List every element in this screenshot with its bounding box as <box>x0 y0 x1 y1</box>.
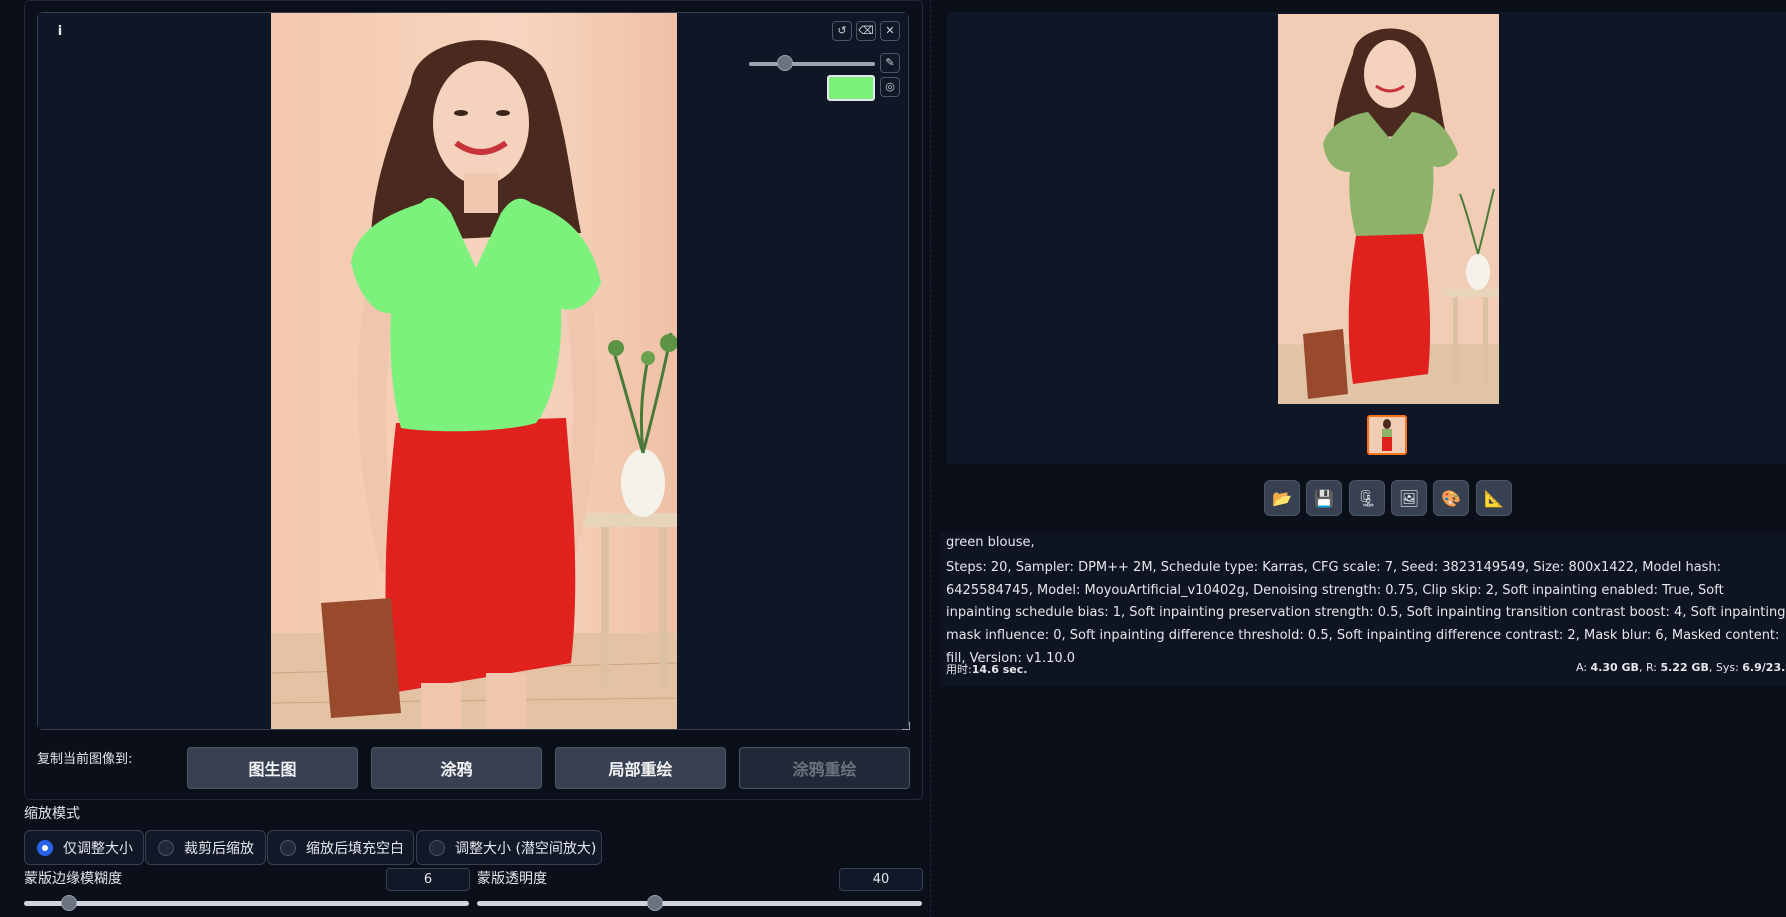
radio-icon[interactable] <box>429 839 445 856</box>
mask-blur-slider[interactable] <box>24 901 469 906</box>
mask-blur-input[interactable]: 6 <box>386 868 470 891</box>
open-folder-button[interactable]: 📂 <box>1264 480 1300 516</box>
send-to-inpaint-icon-button[interactable]: 🎨 <box>1433 480 1469 516</box>
mem-sys-label: Sys <box>1715 661 1736 674</box>
brush-size-slider[interactable] <box>749 62 875 66</box>
radio-label: 仅调整大小 <box>63 840 133 857</box>
mask-blur-thumb[interactable] <box>60 895 77 911</box>
mem-sys-value: 6.9/23.9883 GB <box>1742 661 1786 674</box>
mem-r-value: 5.22 GB <box>1660 661 1709 674</box>
output-prompt: green blouse, <box>946 535 1035 550</box>
brush-icon[interactable]: ✎ <box>880 53 900 73</box>
send-to-sketch-button[interactable]: 涂鸦 <box>371 747 542 789</box>
time-label: 用时: <box>946 663 972 676</box>
resize-mode-label: 缩放模式 <box>24 806 80 822</box>
palette-icon[interactable]: ◎ <box>880 77 900 97</box>
send-to-inpaint-sketch-button: 涂鸦重绘 <box>739 747 910 789</box>
palette-icon: 🎨 <box>1441 488 1461 508</box>
resize-mode-option-just-resize[interactable]: 仅调整大小 <box>24 830 144 865</box>
save-icon: 💾 <box>1314 488 1334 508</box>
canvas-resize-handle[interactable] <box>902 722 910 730</box>
send-to-extras-button[interactable]: 📐 <box>1476 480 1512 516</box>
mask-alpha-slider[interactable] <box>477 901 922 906</box>
gallery-thumbnail[interactable] <box>1367 415 1407 455</box>
panel-divider <box>930 0 931 917</box>
canvas-image[interactable] <box>271 13 677 729</box>
brush-color-swatch[interactable] <box>827 75 875 101</box>
close-icon[interactable]: ✕ <box>880 21 900 41</box>
save-button[interactable]: 💾 <box>1306 480 1342 516</box>
radio-icon[interactable] <box>158 839 174 856</box>
mask-alpha-thumb[interactable] <box>647 895 663 911</box>
memory-stats: A: 4.30 GB, R: 5.22 GB, Sys: 6.9/23.9883… <box>1576 661 1786 674</box>
output-gallery <box>947 12 1786 464</box>
mask-blur-label: 蒙版边缘模糊度 <box>24 871 122 887</box>
mem-a-value: 4.30 GB <box>1590 661 1639 674</box>
inpaint-canvas[interactable]: i ↺ ⌫ ✕ ✎ ◎ <box>37 12 909 730</box>
radio-selected-icon[interactable] <box>37 839 53 856</box>
radio-label: 调整大小 (潜空间放大) <box>455 840 597 857</box>
zip-icon: 🗜 <box>1356 488 1378 508</box>
undo-icon[interactable]: ↺ <box>832 21 852 41</box>
radio-label: 缩放后填充空白 <box>306 840 404 857</box>
brush-size-thumb[interactable] <box>777 55 793 71</box>
zip-button[interactable]: 🗜 <box>1349 480 1385 516</box>
output-parameters: Steps: 20, Sampler: DPM++ 2M, Schedule t… <box>946 560 1786 666</box>
image-icon: 🖼 <box>1398 488 1420 508</box>
output-image[interactable] <box>1278 14 1499 404</box>
send-to-img2img-button[interactable]: 图生图 <box>187 747 358 789</box>
copy-to-label: 复制当前图像到: <box>37 752 133 767</box>
radio-icon[interactable] <box>280 839 296 856</box>
resize-mode-option-latent-upscale[interactable]: 调整大小 (潜空间放大) <box>416 830 602 865</box>
time-value: 14.6 sec. <box>971 663 1028 676</box>
eraser-icon[interactable]: ⌫ <box>856 21 876 41</box>
ruler-icon: 📐 <box>1484 488 1504 508</box>
folder-icon: 📂 <box>1272 488 1292 508</box>
mem-r-label: R <box>1645 661 1654 674</box>
mask-alpha-input[interactable]: 40 <box>839 868 923 891</box>
send-to-inpaint-button[interactable]: 局部重绘 <box>555 747 726 789</box>
mem-a-label: A <box>1576 661 1584 674</box>
mask-alpha-label: 蒙版透明度 <box>477 871 547 887</box>
thumbnail-image <box>1369 417 1405 453</box>
info-icon[interactable]: i <box>51 23 69 41</box>
time-taken: 用时:14.6 sec. <box>946 661 1027 677</box>
radio-label: 裁剪后缩放 <box>184 840 254 857</box>
resize-mode-option-crop-resize[interactable]: 裁剪后缩放 <box>145 830 266 865</box>
send-to-img2img-icon-button[interactable]: 🖼 <box>1391 480 1427 516</box>
resize-mode-option-resize-fill[interactable]: 缩放后填充空白 <box>267 830 414 865</box>
